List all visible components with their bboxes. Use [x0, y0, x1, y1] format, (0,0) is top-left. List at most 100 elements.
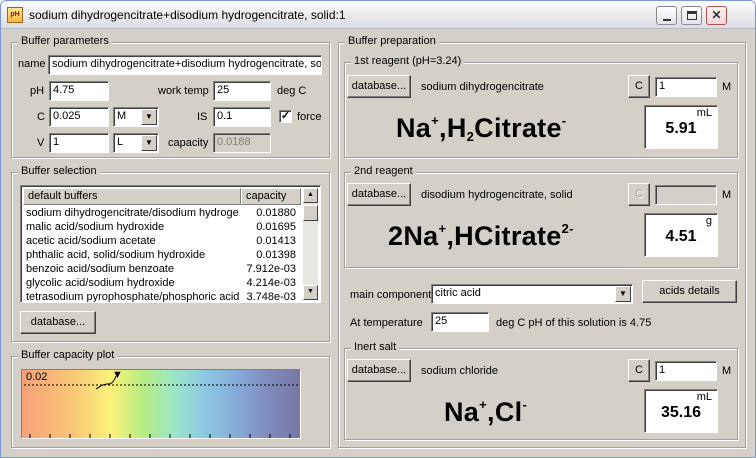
name-label: name [18, 58, 46, 70]
scroll-down-button[interactable]: ▼ [303, 285, 318, 300]
list-item-capacity: 0.01413 [256, 235, 296, 247]
reagent1-concentration-button[interactable]: C [628, 75, 650, 98]
reagent2-amount-value: 4.51 [665, 228, 697, 245]
list-item[interactable]: benzoic acid/sodium benzoate 7.912e-03 [24, 263, 300, 277]
inert-salt-formula: Na+,Cl- [444, 397, 528, 427]
reagent2-database-button[interactable]: database... [347, 183, 411, 206]
at-temperature-input[interactable]: 25 [431, 312, 489, 332]
reagent1-name: sodium dihydrogencitrate [421, 81, 544, 93]
inert-salt-concentration-button[interactable]: C [628, 359, 650, 382]
reagent2-concentration-button[interactable]: C [628, 183, 650, 206]
reagent1-amount-box: mL 5.91 [644, 105, 718, 149]
scroll-thumb[interactable] [303, 205, 318, 221]
capacity-label: capacity [168, 137, 209, 149]
ph-app-icon: pH [7, 7, 23, 23]
inert-salt-label: Inert salt [351, 341, 400, 353]
column-header-buffers[interactable]: default buffers [23, 188, 241, 205]
force-label: force [297, 111, 322, 123]
ph-input[interactable]: 4.75 [49, 81, 109, 101]
scroll-up-button[interactable]: ▲ [303, 188, 318, 203]
reagent1-amount-value: 5.91 [665, 120, 697, 137]
reagent2-amount-unit: g [705, 215, 712, 227]
list-item[interactable]: glycolic acid/sodium hydroxide 4.214e-03 [24, 277, 300, 291]
reagent2-name: disodium hydrogencitrate, solid [421, 189, 573, 201]
reagent1-concentration-input[interactable]: 1 [655, 77, 717, 97]
buffer-preparation-label: Buffer preparation [345, 35, 439, 47]
scroll-down-icon: ▼ [307, 288, 314, 295]
list-item[interactable]: tetrasodium pyrophosphate/phosphoric aci… [24, 291, 300, 303]
window-title: sodium dihydrogencitrate+disodium hydrog… [29, 8, 346, 22]
list-item-buffer-name: tetrasodium pyrophosphate/phosphoric aci… [26, 291, 240, 303]
maximize-icon [687, 11, 697, 20]
ph-label: pH [30, 85, 45, 97]
main-component-label: main component [350, 289, 432, 301]
buffer-name-input[interactable]: sodium dihydrogencitrate+disodium hydrog… [48, 55, 322, 75]
list-item-capacity: 0.01695 [256, 221, 296, 233]
volume-unit-select[interactable]: L ▼ [113, 133, 159, 153]
list-item-buffer-name: acetic acid/sodium acetate [26, 235, 156, 247]
inert-salt-amount-box: mL 35.16 [644, 389, 718, 433]
inert-salt-concentration-unit: M [722, 365, 732, 377]
list-scrollbar[interactable]: ▲ ▼ [303, 188, 318, 300]
main-component-select[interactable]: citric acid ▼ [431, 284, 633, 304]
work-temp-input[interactable]: 25 [213, 81, 271, 101]
chevron-down-icon[interactable]: ▼ [615, 286, 631, 302]
work-temp-unit: deg C [277, 85, 307, 97]
list-item-capacity: 0.01880 [256, 207, 296, 219]
capacity-readout: 0.0188 [213, 133, 271, 153]
main-component-value: citric acid [435, 287, 481, 299]
buffer-database-button[interactable]: database... [20, 311, 96, 334]
list-item-capacity: 7.912e-03 [246, 263, 296, 275]
app-window: pH sodium dihydrogencitrate+disodium hyd… [0, 0, 756, 458]
reagent2-concentration-input[interactable] [655, 185, 717, 205]
ionic-strength-input[interactable]: 0.1 [213, 107, 271, 127]
chevron-down-icon[interactable]: ▼ [141, 109, 157, 125]
at-temperature-label: At temperature [350, 317, 423, 329]
column-header-capacity[interactable]: capacity [241, 188, 301, 205]
concentration-unit-select[interactable]: M ▼ [113, 107, 159, 127]
inert-salt-database-button[interactable]: database... [347, 359, 411, 382]
chevron-down-icon[interactable]: ▼ [141, 135, 157, 151]
concentration-label: C [37, 111, 45, 123]
list-item-buffer-name: sodium dihydrogencitrate/disodium hydrog… [26, 207, 240, 219]
buffer-selection-label: Buffer selection [18, 165, 100, 177]
buffer-parameters-label: Buffer parameters [18, 35, 112, 47]
inert-salt-concentration-input[interactable]: 1 [655, 361, 717, 381]
minimize-button[interactable] [656, 6, 677, 25]
volume-input[interactable]: 1 [49, 133, 109, 153]
reagent1-label: 1st reagent (pH=3.24) [351, 55, 465, 67]
concentration-input[interactable]: 0.025 [49, 107, 109, 127]
list-item-capacity: 4.214e-03 [246, 277, 296, 289]
force-checkbox[interactable]: ✓ [279, 110, 292, 123]
reagent2-formula: 2Na+,HCitrate2- [388, 221, 574, 251]
list-item[interactable]: malic acid/sodium hydroxide 0.01695 [24, 221, 300, 235]
solution-ph-note: deg C pH of this solution is 4.75 [496, 317, 652, 329]
inert-salt-amount-unit: mL [696, 391, 712, 403]
buffer-capacity-plot: 0.02 ▼ [21, 369, 301, 439]
volume-unit-value: L [117, 136, 124, 148]
maximize-button[interactable] [681, 6, 702, 25]
list-item[interactable]: phthalic acid, solid/sodium hydroxide 0.0… [24, 249, 300, 263]
title-bar[interactable]: pH sodium dihydrogencitrate+disodium hyd… [1, 1, 755, 29]
buffer-list[interactable]: default buffers capacity sodium dihydrog… [20, 185, 321, 303]
reagent1-amount-unit: mL [696, 107, 712, 119]
ionic-strength-label: IS [197, 111, 208, 123]
reagent1-database-button[interactable]: database... [347, 75, 411, 98]
close-button[interactable]: ✕ [706, 6, 727, 25]
inert-salt-name: sodium chloride [421, 365, 499, 377]
acids-details-button[interactable]: acids details [642, 280, 737, 303]
plot-canvas [24, 375, 298, 438]
list-item-capacity: 3.748e-03 [246, 291, 296, 303]
list-item[interactable]: acetic acid/sodium acetate 0.01413 [24, 235, 300, 249]
reagent1-formula: Na+,H2Citrate- [396, 113, 567, 144]
list-item-capacity: 0.01398 [256, 249, 296, 261]
volume-label: V [37, 137, 45, 149]
list-item[interactable]: sodium dihydrogencitrate/disodium hydrog… [24, 207, 300, 221]
scroll-up-icon: ▲ [307, 191, 314, 198]
check-icon: ✓ [280, 110, 291, 122]
ph-marker-icon: ▼ [112, 369, 123, 381]
list-item-buffer-name: malic acid/sodium hydroxide [26, 221, 165, 233]
minimize-icon [663, 19, 671, 21]
work-temp-label: work temp [158, 85, 209, 97]
reagent2-amount-box: g 4.51 [644, 213, 718, 257]
